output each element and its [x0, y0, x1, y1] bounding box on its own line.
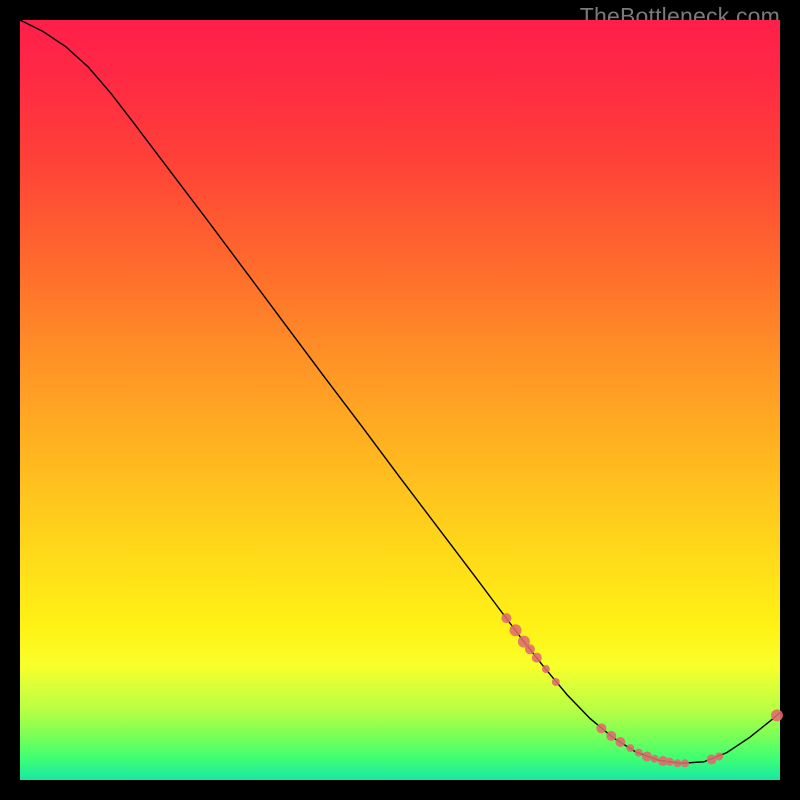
scatter-dot: [626, 744, 634, 752]
scatter-dot: [771, 709, 783, 721]
scatter-dot: [532, 653, 542, 663]
scatter-dot: [542, 665, 550, 673]
scatter-dot: [501, 613, 511, 623]
scatter-dot: [666, 758, 674, 766]
plot-area: [20, 20, 780, 780]
chart-svg: [20, 20, 780, 780]
scatter-dot: [606, 731, 616, 741]
scatter-dot: [525, 644, 535, 654]
scatter-dot: [596, 723, 606, 733]
scatter-dot: [615, 737, 625, 747]
scatter-dot: [673, 759, 681, 767]
scatter-dot: [715, 752, 723, 760]
scatter-dot: [681, 759, 689, 767]
scatter-dot: [510, 624, 522, 636]
chart-frame: TheBottleneck.com: [0, 0, 800, 800]
curve-line: [20, 20, 780, 763]
scatter-dot: [707, 754, 717, 764]
scatter-dot: [635, 749, 643, 757]
scatter-dot: [552, 678, 560, 686]
scatter-dot: [642, 751, 652, 761]
scatter-dot: [651, 755, 659, 763]
